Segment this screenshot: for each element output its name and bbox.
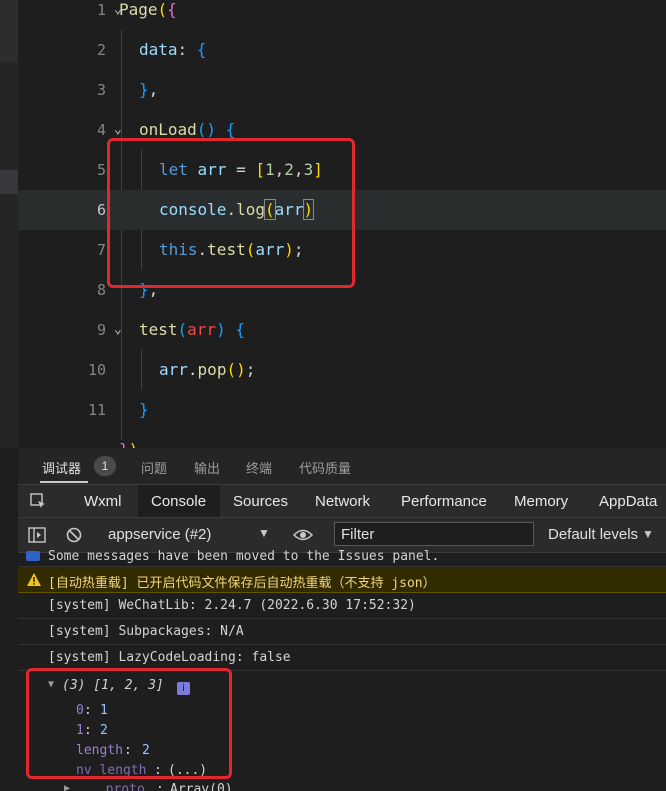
code-text: }, <box>139 80 159 99</box>
code-line[interactable]: 7 this.test(arr); <box>18 230 666 270</box>
code-text: arr.pop(); <box>159 360 256 379</box>
line-number: 10 <box>87 361 106 379</box>
log-levels-select[interactable]: Default levels <box>548 526 638 543</box>
strip-mark <box>0 170 18 194</box>
code-text: }) <box>119 430 138 448</box>
code-text: onLoad() { <box>139 120 236 139</box>
tab-performance[interactable]: Performance <box>401 493 487 510</box>
tab-wxml[interactable]: Wxml <box>84 493 122 510</box>
sidebar-toggle-icon[interactable] <box>28 527 46 543</box>
entry-sep: : <box>84 723 100 738</box>
tab-debugger[interactable]: 调试器 <box>42 458 81 477</box>
devtools-panel: 调试器 1 问题 输出 终端 代码质量 Wxml Console Sources… <box>18 448 666 791</box>
triangle-down-icon[interactable]: ▼ <box>48 679 54 690</box>
code-text: console.log(arr) <box>159 199 315 220</box>
message-text: [system] Subpackages: N/A <box>48 624 244 639</box>
entry-key: nv_length <box>76 763 147 778</box>
active-tab-indicator <box>40 481 88 483</box>
code-line[interactable]: 11 } <box>18 390 666 430</box>
tab-code-quality[interactable]: 代码质量 <box>299 458 351 477</box>
code-line[interactable]: }) <box>18 430 666 448</box>
code-line[interactable]: 3 }, <box>18 70 666 110</box>
clear-console-icon[interactable] <box>66 527 82 543</box>
code-line[interactable]: 9 ⌄ test(arr) { <box>18 310 666 350</box>
code-line[interactable]: 1 ⌄ Page({ <box>18 0 666 30</box>
panel-tabs: Wxml Console Sources Network Performance… <box>18 485 666 518</box>
message-text: [system] LazyCodeLoading: false <box>48 650 291 665</box>
message-text: [system] WeChatLib: 2.24.7 (2022.6.30 17… <box>48 598 416 613</box>
entry-key: __proto__ <box>90 782 161 791</box>
code-line[interactable]: 8 }, <box>18 270 666 310</box>
console-message: [system] WeChatLib: 2.24.7 (2022.6.30 17… <box>18 593 666 619</box>
code-line[interactable]: 4 ⌄ onLoad() { <box>18 110 666 150</box>
console-warning: [自动热重载] 已开启代码文件保存后自动热重载（不支持 json） <box>18 567 666 593</box>
code-text: data: { <box>139 40 207 59</box>
code-text: Page({ <box>119 0 177 19</box>
tab-memory[interactable]: Memory <box>514 493 568 510</box>
chevron-down-icon[interactable]: ⌄ <box>114 310 122 350</box>
tab-network[interactable]: Network <box>315 493 370 510</box>
info-icon <box>26 551 40 561</box>
code-text: } <box>139 400 149 419</box>
line-number: 9 <box>96 321 106 339</box>
message-text: Some messages have been moved to the Iss… <box>48 549 440 564</box>
code-line[interactable]: 5 let arr = [1,2,3] <box>18 150 666 190</box>
triangle-right-icon[interactable]: ▶ <box>64 783 70 791</box>
console-output: Some messages have been moved to the Iss… <box>18 549 666 791</box>
line-number: 11 <box>87 401 106 419</box>
tab-appdata[interactable]: AppData <box>599 493 657 510</box>
code-text: test(arr) { <box>139 320 245 339</box>
eye-icon[interactable] <box>293 528 313 542</box>
line-number: 6 <box>96 201 106 219</box>
line-number: 8 <box>96 281 106 299</box>
line-number: 5 <box>96 161 106 179</box>
entry-value: 1 <box>100 703 108 718</box>
warning-text: [自动热重载] 已开启代码文件保存后自动热重载（不支持 json） <box>48 576 436 591</box>
array-summary[interactable]: (3) [1, 2, 3] <box>62 678 164 693</box>
issue-count-badge: 1 <box>94 456 116 476</box>
entry-sep: : <box>124 743 140 758</box>
entry-value: 2 <box>142 743 150 758</box>
code-text: }, <box>139 280 159 299</box>
info-icon: i <box>177 682 190 695</box>
tab-output[interactable]: 输出 <box>194 458 220 477</box>
line-number: 4 <box>96 121 106 139</box>
entry-sep: : <box>84 703 100 718</box>
warning-icon <box>27 573 41 586</box>
entry-value: 2 <box>100 723 108 738</box>
tab-terminal[interactable]: 终端 <box>246 458 272 477</box>
inspect-icon[interactable] <box>30 493 46 509</box>
line-number: 7 <box>96 241 106 259</box>
tab-sources[interactable]: Sources <box>233 493 288 510</box>
console-message: Some messages have been moved to the Iss… <box>18 545 666 567</box>
line-number: 1 <box>96 1 106 19</box>
line-number: 2 <box>96 41 106 59</box>
caret-down-icon[interactable]: ▼ <box>258 526 270 540</box>
code-line-active[interactable]: 6 console.log(arr) <box>18 190 666 230</box>
console-message: [system] LazyCodeLoading: false <box>18 645 666 671</box>
context-select[interactable]: appservice (#2) <box>108 526 211 543</box>
filter-input[interactable] <box>334 522 534 546</box>
entry-key: length <box>76 743 123 758</box>
chevron-down-icon[interactable]: ⌄ <box>114 110 122 150</box>
caret-down-icon[interactable]: ▼ <box>642 527 654 541</box>
entry-value[interactable]: (...) <box>168 763 207 778</box>
code-text: this.test(arr); <box>159 240 304 259</box>
entry-key: 1 <box>76 723 84 738</box>
code-editor[interactable]: 1 ⌄ Page({ 2 data: { 3 }, 4 ⌄ onLoad() {… <box>0 0 666 448</box>
devtools-top-tabs: 调试器 1 问题 输出 终端 代码质量 <box>18 448 666 485</box>
entry-value: Array(0) <box>170 782 233 791</box>
tab-issues[interactable]: 问题 <box>141 458 167 477</box>
tab-console[interactable]: Console <box>151 493 206 510</box>
line-number: 3 <box>96 81 106 99</box>
console-message: [system] Subpackages: N/A <box>18 619 666 645</box>
entry-key: 0 <box>76 703 84 718</box>
code-text: let arr = [1,2,3] <box>159 160 323 179</box>
strip-mark <box>0 0 18 62</box>
code-line[interactable]: 10 arr.pop(); <box>18 350 666 390</box>
code-line[interactable]: 2 data: { <box>18 30 666 70</box>
activity-strip <box>0 0 18 448</box>
